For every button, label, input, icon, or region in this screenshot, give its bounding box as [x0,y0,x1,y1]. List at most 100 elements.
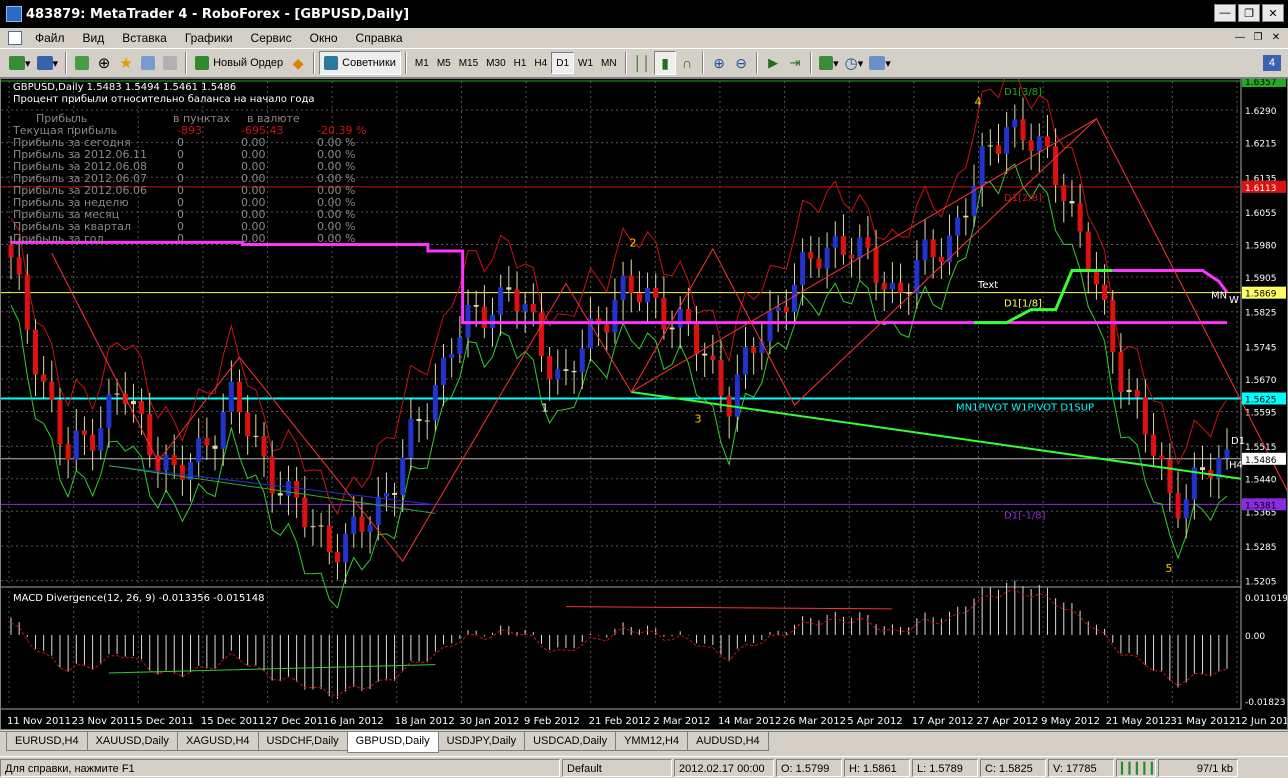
mdi-close-button[interactable]: ✕ [1268,30,1284,45]
menu-help[interactable]: Справка [347,28,412,48]
tf-m1-button[interactable]: M1 [411,52,433,74]
minimize-button[interactable]: — [1214,4,1236,22]
candle-body [253,435,259,437]
chart-shift-button[interactable]: ⇥ [784,51,806,75]
chart-header: GBPUSD,Daily 1.5483 1.5494 1.5461 1.5486 [13,82,236,93]
candle-body [351,516,357,534]
tf-mn-button[interactable]: MN [597,52,621,74]
chart-window[interactable]: 11 Nov 2011 23 Nov 2011 5 Dec 2011 15 Dec 2… [0,78,1288,730]
candle-body [367,525,373,532]
tf-m5-button[interactable]: M5 [433,52,455,74]
candle-body [302,497,308,528]
autoscroll-icon: ▶ [768,55,779,70]
indicators-button[interactable]: ▾ [816,51,842,75]
expert-advisors-button[interactable]: Советники [319,51,401,75]
autoscroll-button[interactable]: ▶ [762,51,784,75]
line-chart-button[interactable]: ∩ [676,51,698,75]
candle-chart-button[interactable]: ▮ [654,51,677,75]
data-window-button[interactable]: ⊕ [93,51,115,75]
tf-w1-button[interactable]: W1 [574,52,597,74]
profiles-button[interactable]: ▾ [34,51,62,75]
tf-h4-button[interactable]: H4 [530,52,551,74]
market-watch-button[interactable] [71,51,93,75]
chart-tab[interactable]: XAGUSD,H4 [176,732,259,751]
chart-window-icon[interactable] [8,31,22,45]
candle-body [32,329,38,375]
candle-body [228,381,234,413]
price-tick-label: 1.5515 [1245,443,1277,453]
navigator-button[interactable]: ★ [115,51,137,75]
chart-tab[interactable]: USDJPY,Daily [437,732,526,751]
date-tick-label: 6 Jan 2012 [330,716,384,727]
bar-chart-button[interactable]: ││ [631,51,655,75]
macd-label: MACD Divergence(12, 26, 9) -0.013356 -0.… [13,593,264,604]
date-tick-label: 21 Feb 2012 [589,716,651,727]
candle-body [995,145,1001,154]
price-tag-label: 1.5486 [1245,456,1277,466]
price-tag-label: 1.6357 [1245,79,1277,88]
tf-d1-button[interactable]: D1 [551,52,575,74]
candle-body [718,359,724,396]
terminal-button[interactable] [137,51,159,75]
metaeditor-button[interactable]: ◆ [287,51,309,75]
menu-view[interactable]: Вид [74,28,114,48]
tf-h1-button[interactable]: H1 [510,52,531,74]
candle-body [73,430,79,460]
tf-m15-button[interactable]: M15 [455,52,482,74]
menu-window[interactable]: Окно [301,28,347,48]
zoom-in-button[interactable]: ⊕ [708,51,730,75]
restore-button[interactable]: ❐ [1238,4,1260,22]
menu-insert[interactable]: Вставка [113,28,176,48]
candle-body [955,217,961,236]
candle-body [1159,455,1165,460]
candle-body [81,430,87,435]
candle-body [98,428,104,451]
menu-file[interactable]: Файл [26,28,74,48]
candle-body [1069,200,1075,204]
date-tick-label: 17 Apr 2012 [912,716,974,727]
candle-body [1167,459,1173,493]
chart-tab[interactable]: XAUUSD,Daily [86,732,178,751]
mdi-restore-button[interactable]: ❐ [1250,30,1266,45]
tf-m30-button[interactable]: M30 [482,52,509,74]
templates-button[interactable]: ▾ [866,51,894,75]
toolbar-separator [810,52,813,74]
periods-button[interactable]: ◷ ▾ [842,51,867,75]
level-label: D1[2/8] [1004,193,1042,204]
date-tick-label: 11 Nov 2011 [7,716,71,727]
date-tick-label: 27 Apr 2012 [976,716,1038,727]
candle-body [285,481,291,496]
candle-body [1004,127,1010,154]
menu-tools[interactable]: Сервис [242,28,301,48]
menu-charts[interactable]: Графики [176,28,242,48]
strategy-tester-button[interactable] [159,51,181,75]
candle-body [1183,499,1189,519]
chart-tab[interactable]: AUDUSD,H4 [687,732,769,751]
chart-tab[interactable]: USDCAD,Daily [524,732,617,751]
w-side-label: W [1229,295,1239,306]
zoom-out-button[interactable]: ⊖ [730,51,752,75]
candle-body [832,235,838,248]
mdi-minimize-button[interactable]: — [1232,30,1248,45]
candle-body [1118,352,1124,392]
indicators-icon [819,56,834,70]
new-order-button[interactable]: Новый Ордер [191,51,287,75]
new-chart-button[interactable]: ▾ [6,51,34,75]
alerts-badge[interactable]: 4 [1260,51,1284,75]
candle-body [375,496,381,526]
candle-body [179,465,185,480]
chart-tab[interactable]: USDCHF,Daily [257,732,348,751]
candle-body [261,435,267,457]
badge-count: 4 [1262,55,1281,71]
candle-body [849,254,855,259]
close-button[interactable]: ✕ [1262,4,1284,22]
chart-tab[interactable]: YMM12,H4 [615,732,689,751]
star-icon: ★ [119,55,133,72]
chart-tab[interactable]: EURUSD,H4 [6,732,88,751]
price-chart[interactable]: 11 Nov 2011 23 Nov 2011 5 Dec 2011 15 Dec 2… [1,79,1287,729]
chart-tab[interactable]: GBPUSD,Daily [346,732,439,753]
profit-row-money: 0.00 [241,232,266,245]
mdi-controls: — ❐ ✕ [1232,30,1284,45]
toolbar-separator [65,52,68,74]
candle-body [130,400,136,405]
